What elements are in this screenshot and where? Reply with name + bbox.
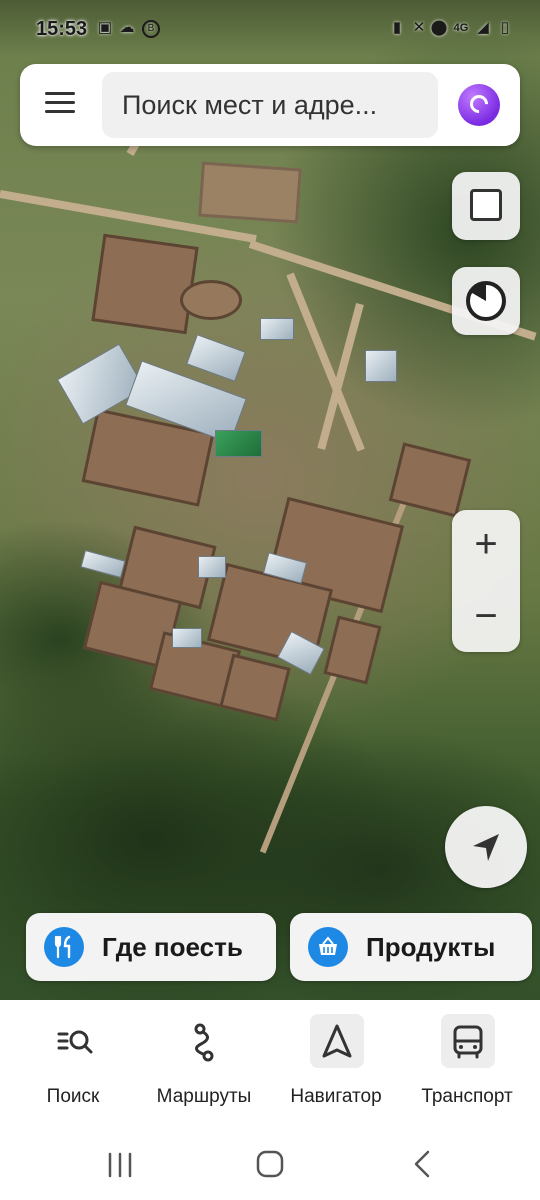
layers-icon — [470, 189, 502, 221]
bus-icon — [441, 1014, 495, 1068]
hamburger-icon-line — [45, 101, 75, 104]
search-input[interactable]: Поиск мест и адре... — [102, 72, 438, 138]
map-layers-button[interactable] — [452, 172, 520, 240]
b-badge-icon: B — [142, 20, 160, 38]
fork-knife-icon — [44, 927, 84, 967]
home-button[interactable] — [250, 1146, 290, 1182]
map-building — [172, 628, 202, 648]
back-chevron-icon — [414, 1150, 430, 1178]
location-icon: ⬤ — [430, 19, 448, 36]
map-paddock — [219, 653, 291, 722]
route-icon — [178, 1014, 232, 1068]
map-building — [365, 350, 397, 382]
map-building — [215, 430, 262, 457]
chip-groceries[interactable]: Продукты — [290, 913, 532, 981]
panorama-button[interactable] — [452, 267, 520, 335]
recent-apps-button[interactable] — [100, 1146, 140, 1182]
cloud-icon: ☁ — [119, 19, 135, 36]
back-button[interactable] — [402, 1146, 442, 1182]
alice-voice-assistant-button[interactable] — [458, 84, 500, 126]
bottom-tab-bar: Поиск Маршруты Навигатор Транспорт — [0, 1000, 540, 1128]
tab-label: Транспорт — [421, 1086, 513, 1107]
chip-where-to-eat[interactable]: Где поесть — [26, 913, 276, 981]
chip-label: Где поесть — [102, 932, 243, 962]
4g-signal-icon: 4G — [453, 22, 469, 34]
hamburger-icon-line — [45, 110, 75, 113]
my-location-button[interactable] — [445, 806, 527, 888]
recent-apps-icon — [108, 1152, 132, 1178]
menu-button[interactable] — [42, 86, 78, 124]
image-icon: ▣ — [97, 19, 113, 36]
system-navigation-bar — [0, 1128, 540, 1200]
app-screen: 15:53 ▣ ☁ B ▮ ✕ ⬤ 4G ◢ ▯ Поиск мест и ад… — [0, 0, 540, 1200]
status-bar: 15:53 ▣ ☁ B ▮ ✕ ⬤ 4G ◢ ▯ — [0, 0, 540, 58]
battery-icon: ▯ — [500, 19, 510, 36]
tab-label: Маршруты — [156, 1086, 252, 1107]
zoom-out-button[interactable]: − — [452, 596, 520, 636]
search-bar: Поиск мест и адре... — [20, 64, 520, 146]
tab-search[interactable]: Поиск — [7, 1010, 139, 1120]
tab-transport[interactable]: Транспорт — [401, 1010, 533, 1120]
basket-icon — [308, 927, 348, 967]
battery-saver-icon: ▮ — [392, 19, 402, 36]
vibrate-icon: ✕ — [412, 19, 426, 36]
zoom-in-button[interactable]: + — [452, 524, 520, 564]
map-paddock — [323, 615, 382, 685]
wifi-signal-icon: ◢ — [477, 19, 489, 36]
zoom-control: + − — [452, 510, 520, 652]
navigator-arrow-icon — [310, 1014, 364, 1068]
map-building — [198, 556, 226, 578]
home-icon — [256, 1150, 284, 1178]
tab-label: Поиск — [46, 1086, 100, 1107]
hamburger-icon-line — [45, 92, 75, 95]
map-field — [198, 161, 302, 224]
tab-routes[interactable]: Маршруты — [138, 1010, 270, 1120]
tab-label: Навигатор — [290, 1086, 382, 1107]
navigation-arrow-icon — [473, 834, 499, 861]
chip-label: Продукты — [366, 932, 496, 962]
map-paddock — [91, 233, 199, 335]
panorama-icon — [466, 281, 506, 321]
status-time: 15:53 — [36, 18, 88, 40]
search-list-icon — [47, 1014, 101, 1068]
tab-navigator[interactable]: Навигатор — [270, 1010, 402, 1120]
map-building — [260, 318, 294, 340]
map-building — [80, 549, 126, 579]
map-paddock — [180, 280, 242, 320]
map-building — [186, 334, 246, 382]
